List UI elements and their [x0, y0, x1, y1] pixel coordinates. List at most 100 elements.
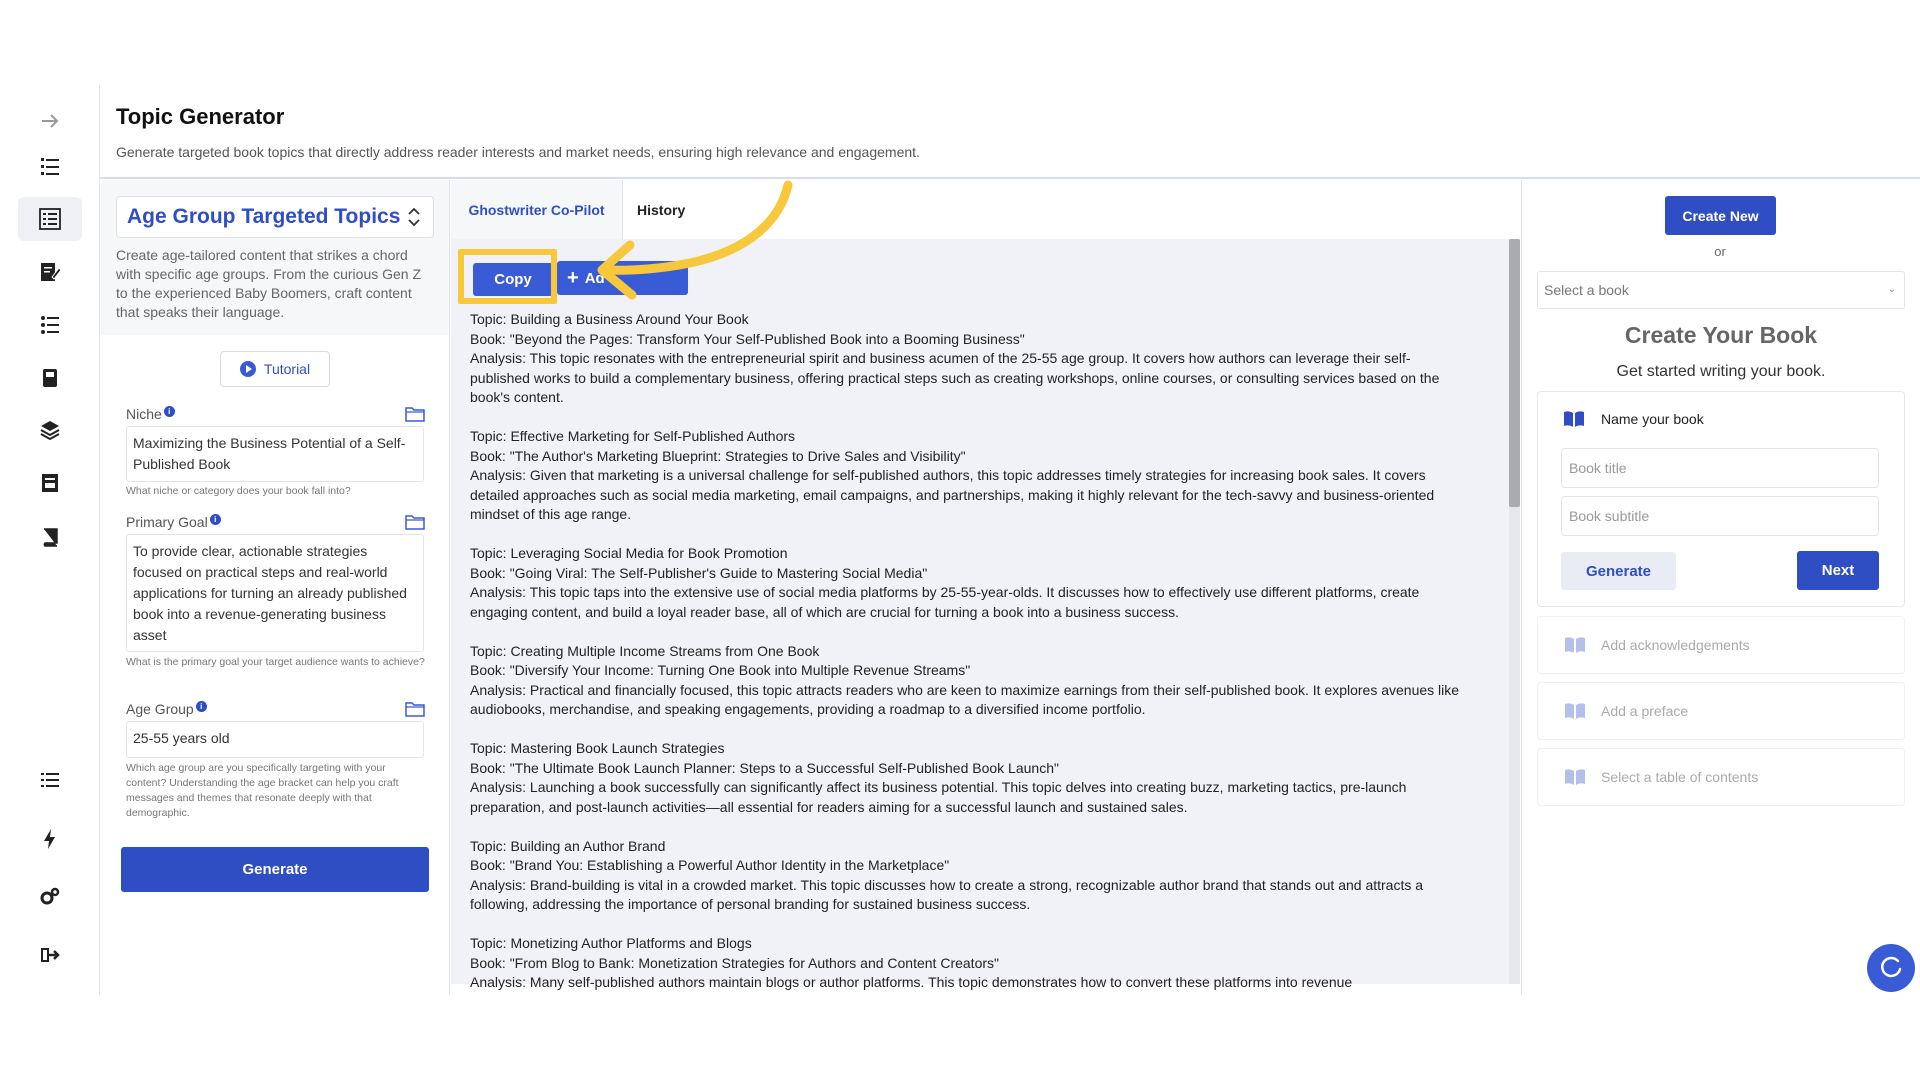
tutorial-button[interactable]: Tutorial: [220, 351, 330, 387]
result-topic: Topic: Monetizing Author Platforms and B…: [470, 935, 752, 951]
tab-history[interactable]: History: [637, 180, 685, 239]
tool-description: Create age-tailored content that strikes…: [116, 247, 422, 320]
tutorial-label: Tutorial: [263, 361, 311, 377]
result-analysis: Analysis: Practical and financially focu…: [470, 681, 1460, 718]
select-book-value: Select a book: [1544, 282, 1629, 298]
book-icon[interactable]: [18, 515, 82, 559]
result-topic: Topic: Effective Marketing for Self-Publ…: [470, 428, 796, 444]
goal-field[interactable]: To provide clear, actionable strategies …: [126, 534, 424, 652]
play-icon: [239, 361, 256, 377]
niche-label-text: Niche: [126, 406, 162, 422]
result-item: Topic: Monetizing Author Platforms and B…: [470, 934, 1470, 993]
result-analysis: Analysis: This topic taps into the exten…: [470, 584, 1420, 620]
topic-list-icon[interactable]: [18, 197, 82, 241]
chat-icon: [1880, 956, 1902, 978]
page-title: Topic Generator: [116, 104, 285, 129]
goal-label: Primary Goal i: [126, 514, 221, 530]
tab-bar: Ghostwriter Co-Pilot History: [451, 180, 1520, 239]
result-item: Topic: Building a Business Around Your B…: [470, 310, 1470, 408]
arrow-right-icon[interactable]: [18, 99, 82, 143]
result-book: Book: "The Ultimate Book Launch Planner:…: [470, 759, 1059, 776]
step-label: Select a table of contents: [1601, 769, 1759, 785]
age-label-text: Age Group: [126, 701, 194, 717]
scroll-thumb[interactable]: [1509, 239, 1520, 507]
folder-icon[interactable]: [405, 514, 425, 530]
results-text: Topic: Building a Business Around Your B…: [470, 310, 1470, 1012]
tab-ghostwriter[interactable]: Ghostwriter Co-Pilot: [451, 180, 623, 239]
step-preface[interactable]: Add a preface: [1537, 682, 1905, 740]
info-icon[interactable]: i: [209, 514, 221, 525]
result-topic: Topic: Mastering Book Launch Strategies: [470, 740, 725, 756]
next-button[interactable]: Next: [1797, 551, 1879, 590]
result-book: Book: "The Author's Marketing Blueprint:…: [470, 447, 966, 464]
generate-title-button[interactable]: Generate: [1561, 552, 1676, 590]
archive-icon[interactable]: [18, 461, 82, 505]
result-analysis: Analysis: This topic resonates with the …: [470, 350, 1440, 405]
step-table-of-contents[interactable]: Select a table of contents: [1537, 748, 1905, 806]
result-topic: Topic: Building a Business Around Your B…: [470, 311, 749, 327]
open-book-icon: [1564, 411, 1584, 427]
chevron-down-icon: ⌄: [1887, 284, 1896, 295]
plus-icon: +: [567, 267, 579, 289]
result-item: Topic: Mastering Book Launch Strategies B…: [470, 739, 1470, 817]
chat-fab-button[interactable]: [1867, 944, 1915, 992]
select-book-dropdown[interactable]: Select a book ⌄: [1537, 271, 1905, 309]
copy-highlight-box: [458, 249, 557, 304]
folder-icon[interactable]: [405, 406, 425, 422]
result-analysis: Analysis: Given that marketing is a univ…: [470, 467, 1435, 522]
open-book-icon: [1565, 703, 1585, 719]
tool-selector-label: Age Group Targeted Topics: [127, 205, 401, 228]
folder-icon[interactable]: [405, 701, 425, 717]
step-label: Add a preface: [1601, 703, 1689, 719]
age-help: Which age group are you specifically tar…: [126, 762, 399, 819]
generate-button[interactable]: Generate: [121, 847, 429, 892]
layers-icon[interactable]: [18, 408, 82, 452]
add-button[interactable]: + Ad: [557, 261, 688, 295]
icon-rail: [0, 85, 100, 995]
result-analysis: Analysis: Launching a book successfully …: [470, 779, 1407, 815]
result-analysis: Analysis: Many self-published authors ma…: [470, 974, 1353, 990]
goal-label-text: Primary Goal: [126, 514, 208, 530]
step-acknowledgements[interactable]: Add acknowledgements: [1537, 616, 1905, 674]
age-label: Age Group i: [126, 701, 207, 717]
tool-selector[interactable]: Age Group Targeted Topics: [116, 196, 434, 238]
add-button-label: Ad: [584, 269, 605, 287]
result-topic: Topic: Leveraging Social Media for Book …: [470, 545, 788, 561]
header-divider: [100, 177, 1920, 179]
step-label: Add acknowledgements: [1601, 637, 1750, 653]
outline-list-icon[interactable]: [18, 303, 82, 347]
menu-list-icon[interactable]: [18, 758, 82, 802]
page-subtitle: Generate targeted book topics that direc…: [116, 144, 920, 160]
niche-help: What niche or category does your book fa…: [126, 485, 351, 497]
list-numbered-icon[interactable]: [18, 145, 82, 189]
result-book: Book: "Brand You: Establishing a Powerfu…: [470, 857, 950, 873]
result-book: Book: "Beyond the Pages: Transform Your …: [470, 330, 1025, 347]
niche-field[interactable]: Maximizing the Business Potential of a S…: [126, 426, 424, 482]
niche-label: Niche i: [126, 406, 175, 422]
edit-doc-icon[interactable]: [18, 250, 82, 294]
result-book: Book: "From Blog to Bank: Monetization S…: [470, 954, 999, 971]
lightning-icon[interactable]: [18, 817, 82, 861]
open-book-icon: [1565, 637, 1585, 653]
info-icon[interactable]: i: [195, 701, 207, 712]
chevron-updown-icon: [408, 207, 420, 227]
book-stack-icon[interactable]: [18, 356, 82, 400]
book-subtitle-input[interactable]: Book subtitle: [1561, 496, 1879, 536]
result-item: Topic: Creating Multiple Income Streams …: [470, 642, 1470, 720]
result-book: Book: "Diversify Your Income: Turning On…: [470, 662, 971, 678]
result-book: Book: "Going Viral: The Self-Publisher's…: [470, 564, 928, 581]
result-item: Topic: Building an Author Brand Book: "Br…: [470, 837, 1470, 915]
result-topic: Topic: Creating Multiple Income Streams …: [470, 642, 820, 659]
info-icon[interactable]: i: [163, 406, 175, 417]
result-analysis: Analysis: Brand-building is vital in a c…: [470, 876, 1424, 913]
open-book-icon: [1565, 769, 1585, 785]
create-new-button[interactable]: Create New: [1665, 196, 1776, 235]
results-scrollbar[interactable]: [1509, 239, 1520, 984]
book-title-input[interactable]: Book title: [1561, 448, 1879, 488]
or-separator: or: [1714, 244, 1726, 259]
create-book-subtitle: Get started writing your book.: [1616, 363, 1826, 380]
age-field[interactable]: 25-55 years old: [126, 721, 424, 758]
name-book-label: Name your book: [1601, 411, 1704, 427]
logout-icon[interactable]: [18, 933, 82, 977]
settings-icon[interactable]: [18, 875, 82, 919]
